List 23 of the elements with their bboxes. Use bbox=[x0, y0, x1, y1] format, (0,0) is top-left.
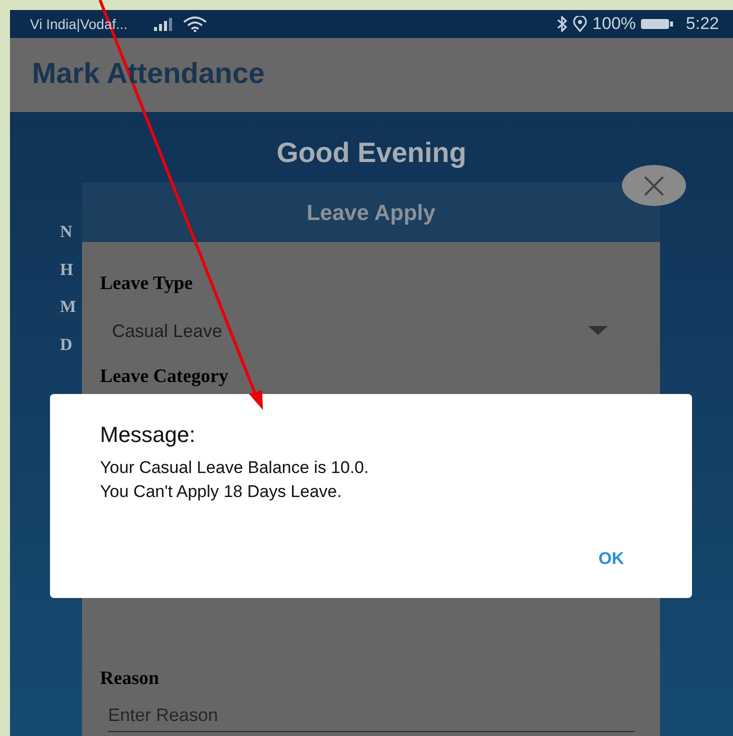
ok-button[interactable]: OK bbox=[588, 542, 634, 576]
location-icon bbox=[572, 16, 588, 32]
profile-label: D bbox=[60, 334, 72, 354]
field-label: Leave Type bbox=[100, 273, 193, 294]
signal-icon bbox=[152, 17, 174, 31]
close-icon bbox=[643, 174, 665, 196]
profile-label: H bbox=[60, 260, 74, 278]
dialog-title: Message: bbox=[100, 422, 196, 448]
leave-type-dropdown[interactable]: Casual Leave bbox=[100, 311, 634, 351]
profile-label: M bbox=[60, 297, 76, 316]
bluetooth-icon bbox=[556, 16, 568, 32]
battery-level: 100% bbox=[592, 13, 636, 36]
field-label: Leave Category bbox=[100, 366, 228, 387]
wifi-icon bbox=[182, 16, 208, 32]
greeting-text: Good Evening bbox=[276, 137, 466, 168]
dialog-message: Your Casual Leave Balance is 10.0. You Can't Apply 18 Days Leave. bbox=[100, 457, 370, 504]
panel-title: Leave Apply bbox=[306, 198, 436, 227]
field-label: Reason bbox=[100, 668, 160, 689]
battery-icon bbox=[640, 17, 674, 31]
profile-label: N bbox=[60, 222, 72, 241]
status-time: 5:22 bbox=[686, 13, 719, 36]
reason-field[interactable]: Enter Reason bbox=[108, 700, 635, 732]
caret-icon bbox=[588, 326, 608, 336]
